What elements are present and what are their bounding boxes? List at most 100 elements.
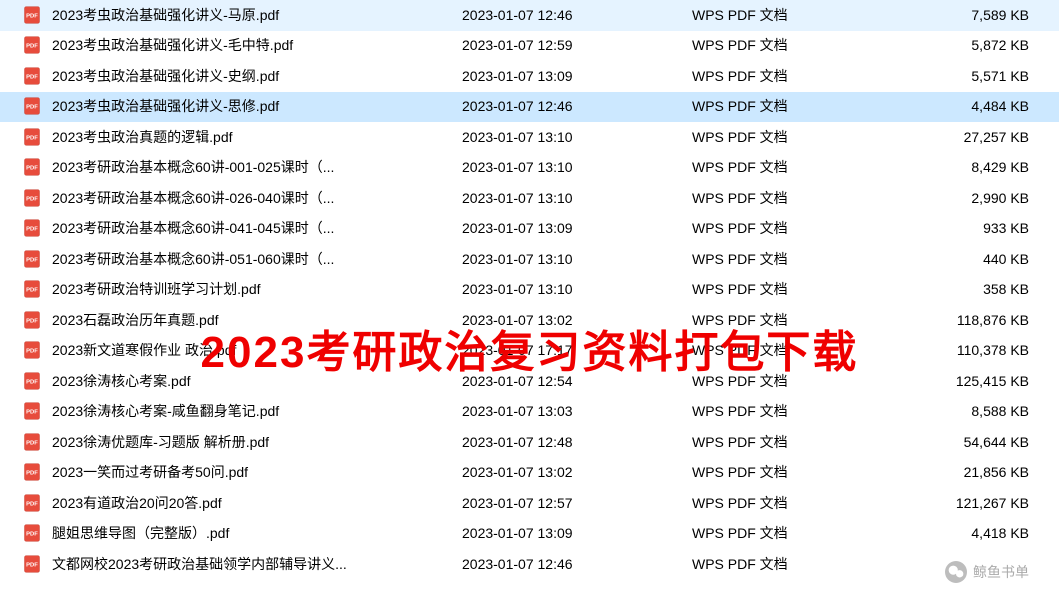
file-size: 4,418 KB	[872, 525, 1059, 541]
file-date: 2023-01-07 17:17	[462, 342, 692, 358]
file-size: 7,589 KB	[872, 7, 1059, 23]
pdf-icon: PDF	[22, 554, 42, 574]
file-size: 440 KB	[872, 251, 1059, 267]
svg-text:PDF: PDF	[26, 318, 38, 324]
file-size: 118,876 KB	[872, 312, 1059, 328]
file-date: 2023-01-07 13:10	[462, 129, 692, 145]
file-name: 2023石磊政治历年真题.pdf	[52, 310, 462, 330]
file-row[interactable]: PDF腿姐思维导图（完整版）.pdf2023-01-07 13:09WPS PD…	[0, 519, 1059, 550]
svg-text:PDF: PDF	[26, 532, 38, 538]
file-row[interactable]: PDF2023石磊政治历年真题.pdf2023-01-07 13:02WPS P…	[0, 305, 1059, 336]
file-row[interactable]: PDF2023徐涛优题库-习题版 解析册.pdf2023-01-07 12:48…	[0, 427, 1059, 458]
file-date: 2023-01-07 13:10	[462, 159, 692, 175]
file-type: WPS PDF 文档	[692, 96, 872, 116]
file-row[interactable]: PDF 2023考虫政治基础强化讲义-史纲.pdf2023-01-07 13:09…	[0, 61, 1059, 92]
file-row[interactable]: PDF2023徐涛核心考案-咸鱼翻身笔记.pdf2023-01-07 13:03…	[0, 397, 1059, 428]
file-size: 2,990 KB	[872, 190, 1059, 206]
file-row[interactable]: PDF2023考虫政治基础强化讲义-思修.pdf2023-01-07 12:46…	[0, 92, 1059, 123]
file-name: 2023新文道寒假作业 政治.pdf	[52, 340, 462, 360]
file-type: WPS PDF 文档	[692, 554, 872, 574]
svg-text:PDF: PDF	[26, 440, 38, 446]
file-size: 933 KB	[872, 220, 1059, 236]
svg-text:PDF: PDF	[26, 74, 38, 80]
file-size: 8,429 KB	[872, 159, 1059, 175]
file-type: WPS PDF 文档	[692, 188, 872, 208]
pdf-icon: PDF	[22, 218, 42, 238]
pdf-icon: PDF	[22, 5, 42, 25]
file-row[interactable]: PDF2023新文道寒假作业 政治.pdf2023-01-07 17:17WPS…	[0, 336, 1059, 367]
file-row[interactable]: PDF2023有道政治20问20答.pdf2023-01-07 12:57WPS…	[0, 488, 1059, 519]
file-name: 2023一笑而过考研备考50问.pdf	[52, 462, 462, 482]
svg-text:PDF: PDF	[26, 44, 38, 50]
file-size: 125,415 KB	[872, 373, 1059, 389]
file-type: WPS PDF 文档	[692, 310, 872, 330]
file-row[interactable]: PDF文都网校2023考研政治基础领学内部辅导讲义...2023-01-07 1…	[0, 549, 1059, 580]
file-name: 2023有道政治20问20答.pdf	[52, 493, 462, 513]
file-list: PDF2023考虫政治基础强化讲义-马原.pdf2023-01-07 12:46…	[0, 0, 1059, 580]
file-row[interactable]: PDF2023考研政治特训班学习计划.pdf2023-01-07 13:10WP…	[0, 275, 1059, 306]
file-name: 腿姐思维导图（完整版）.pdf	[52, 523, 462, 543]
file-type: WPS PDF 文档	[692, 401, 872, 421]
svg-text:PDF: PDF	[26, 501, 38, 507]
pdf-icon: PDF	[22, 371, 42, 391]
file-type: WPS PDF 文档	[692, 462, 872, 482]
svg-text:PDF: PDF	[26, 13, 38, 19]
pdf-icon: PDF	[22, 462, 42, 482]
file-type: WPS PDF 文档	[692, 5, 872, 25]
file-type: WPS PDF 文档	[692, 218, 872, 238]
file-type: WPS PDF 文档	[692, 35, 872, 55]
pdf-icon: PDF	[22, 249, 42, 269]
pdf-icon: PDF	[22, 493, 42, 513]
file-row[interactable]: PDF2023考研政治基本概念60讲-051-060课时（...2023-01-…	[0, 244, 1059, 275]
file-date: 2023-01-07 13:09	[462, 525, 692, 541]
pdf-icon: PDF	[22, 96, 42, 116]
file-name: 2023考虫政治基础强化讲义-史纲.pdf	[52, 66, 462, 86]
file-name: 2023考研政治特训班学习计划.pdf	[52, 279, 462, 299]
file-size: 358 KB	[872, 281, 1059, 297]
svg-text:PDF: PDF	[26, 410, 38, 416]
file-row[interactable]: PDF 2023考研政治基本概念60讲-041-045课时（...2023-01-…	[0, 214, 1059, 245]
pdf-icon: PDF	[22, 66, 42, 86]
file-row[interactable]: PDF2023徐涛核心考案.pdf2023-01-07 12:54WPS PDF…	[0, 366, 1059, 397]
file-date: 2023-01-07 13:03	[462, 403, 692, 419]
file-row[interactable]: PDF 2023考虫政治基础强化讲义-马原.pdf2023-01-07 12:46…	[0, 0, 1059, 31]
file-type: WPS PDF 文档	[692, 66, 872, 86]
file-type: WPS PDF 文档	[692, 493, 872, 513]
file-size: 8,588 KB	[872, 403, 1059, 419]
file-type: WPS PDF 文档	[692, 279, 872, 299]
file-name: 2023考研政治基本概念60讲-041-045课时（...	[52, 218, 462, 238]
file-date: 2023-01-07 13:02	[462, 464, 692, 480]
file-date: 2023-01-07 13:09	[462, 220, 692, 236]
file-size: 5,872 KB	[872, 37, 1059, 53]
file-row[interactable]: PDF2023考研政治基本概念60讲-026-040课时（...2023-01-…	[0, 183, 1059, 214]
pdf-icon: PDF	[22, 35, 42, 55]
file-size: 4,484 KB	[872, 98, 1059, 114]
svg-text:PDF: PDF	[26, 135, 38, 141]
file-size: 54,644 KB	[872, 434, 1059, 450]
pdf-icon: PDF	[22, 432, 42, 452]
file-row[interactable]: PDF2023考虫政治真题的逻辑.pdf2023-01-07 13:10WPS …	[0, 122, 1059, 153]
pdf-icon: PDF	[22, 188, 42, 208]
svg-text:PDF: PDF	[26, 288, 38, 294]
file-name: 2023考研政治基本概念60讲-026-040课时（...	[52, 188, 462, 208]
file-row[interactable]: PDF2023考研政治基本概念60讲-001-025课时（...2023-01-…	[0, 153, 1059, 184]
pdf-icon: PDF	[22, 340, 42, 360]
svg-text:PDF: PDF	[26, 562, 38, 568]
file-name: 2023徐涛优题库-习题版 解析册.pdf	[52, 432, 462, 452]
file-date: 2023-01-07 12:46	[462, 98, 692, 114]
pdf-icon: PDF	[22, 127, 42, 147]
file-size: 27,257 KB	[872, 129, 1059, 145]
file-date: 2023-01-07 13:10	[462, 251, 692, 267]
file-type: WPS PDF 文档	[692, 432, 872, 452]
svg-text:PDF: PDF	[26, 105, 38, 111]
svg-text:PDF: PDF	[26, 166, 38, 172]
svg-text:PDF: PDF	[26, 196, 38, 202]
file-row[interactable]: PDF 2023一笑而过考研备考50问.pdf2023-01-07 13:02WP…	[0, 458, 1059, 489]
file-date: 2023-01-07 12:46	[462, 7, 692, 23]
file-row[interactable]: PDF2023考虫政治基础强化讲义-毛中特.pdf2023-01-07 12:5…	[0, 31, 1059, 62]
file-size: 21,856 KB	[872, 464, 1059, 480]
file-date: 2023-01-07 12:46	[462, 556, 692, 572]
file-name: 2023考虫政治基础强化讲义-马原.pdf	[52, 5, 462, 25]
file-date: 2023-01-07 13:09	[462, 68, 692, 84]
pdf-icon: PDF	[22, 279, 42, 299]
